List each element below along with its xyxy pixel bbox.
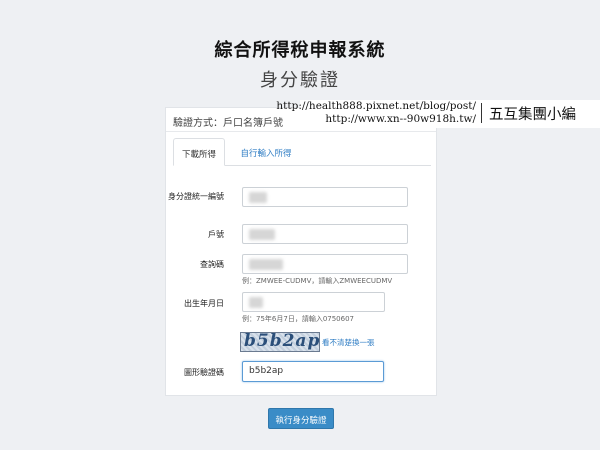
verify-identity-button[interactable]: 執行身分驗證 — [268, 408, 334, 429]
redacted-value — [249, 229, 275, 240]
app-title: 綜合所得稅申報系統 — [214, 40, 386, 61]
redacted-value — [249, 192, 267, 203]
captcha-image-text: b5b2ap — [244, 332, 320, 351]
watermark-separator — [481, 103, 482, 123]
id-number-input[interactable] — [242, 187, 408, 207]
birth-date-input[interactable] — [242, 292, 385, 312]
household-number-label: 戶號 — [208, 230, 224, 239]
captcha-label: 圖形驗證碼 — [184, 368, 224, 377]
watermark-brand: 五互集團小編 — [489, 107, 576, 123]
watermark-urls: http://health888.pixnet.net/blog/post/ h… — [276, 100, 476, 126]
page-subtitle: 身分驗證 — [260, 70, 340, 91]
captcha-refresh-link[interactable]: 看不清楚換一張 — [322, 337, 375, 348]
verification-card: 驗證方式：戶口名簿戶號 下載所得 自行輸入所得 — [165, 107, 437, 396]
redacted-value — [249, 259, 283, 270]
query-code-hint: 例：ZMWEE-CUDMV，請輸入ZMWEECUDMV — [242, 277, 393, 285]
query-code-label: 查詢碼 — [200, 260, 224, 269]
captcha-input[interactable]: b5b2ap — [242, 361, 384, 382]
tab-bar: 下載所得 自行輸入所得 — [173, 138, 431, 166]
birth-date-label: 出生年月日 — [184, 299, 224, 308]
redacted-value — [249, 297, 263, 308]
watermark-url-1: http://health888.pixnet.net/blog/post/ — [276, 100, 476, 112]
query-code-input[interactable] — [242, 254, 408, 274]
tab-manual-income[interactable]: 自行輸入所得 — [235, 138, 297, 166]
household-number-input[interactable] — [242, 224, 408, 244]
watermark-url-2: http://www.xn--90w918h.tw/ — [325, 113, 476, 125]
birth-date-hint: 例：75年6月7日，請輸入0750607 — [242, 315, 354, 323]
captcha-image: b5b2ap — [240, 332, 320, 352]
tab-download-income[interactable]: 下載所得 — [173, 138, 225, 166]
watermark-overlay: http://health888.pixnet.net/blog/post/ h… — [276, 100, 600, 128]
id-number-label: 身分證統一編號 — [168, 192, 224, 201]
